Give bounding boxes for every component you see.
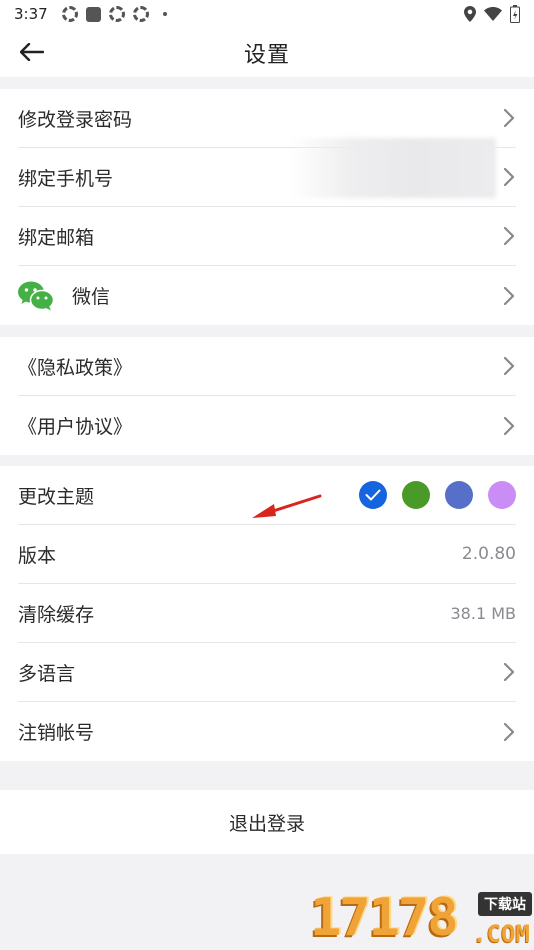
wechat-label: 微信	[72, 286, 111, 308]
bind-phone-row[interactable]: 绑定手机号	[18, 148, 516, 207]
chevron-right-icon	[502, 285, 516, 307]
theme-color-purple[interactable]	[488, 481, 516, 509]
user-agreement-row[interactable]: 《用户协议》	[18, 396, 516, 455]
theme-row: 更改主题	[18, 466, 516, 525]
language-label: 多语言	[18, 662, 76, 685]
back-arrow-icon	[20, 43, 44, 61]
change-password-label: 修改登录密码	[18, 108, 133, 131]
wifi-icon	[484, 7, 502, 21]
page-title: 设置	[243, 42, 290, 68]
version-value: 2.0.80	[461, 544, 516, 564]
app-notification-icon	[108, 6, 125, 22]
logout-button[interactable]: 退出登录	[0, 790, 534, 854]
chevron-right-icon	[502, 415, 516, 437]
wechat-row[interactable]: 微信	[18, 266, 516, 325]
app-settings-group: 更改主题 版本 2.0.80 清除缓存 38.1 MB 多语言 注销帐号	[0, 466, 534, 761]
language-row[interactable]: 多语言	[18, 643, 516, 702]
chevron-right-icon	[502, 355, 516, 377]
privacy-policy-label: 《隐私政策》	[18, 356, 133, 379]
system-icons	[464, 5, 520, 23]
bind-phone-label: 绑定手机号	[18, 167, 114, 190]
chevron-right-icon	[502, 721, 516, 743]
bind-email-row[interactable]: 绑定邮箱	[18, 207, 516, 266]
user-agreement-label: 《用户协议》	[18, 416, 133, 438]
chevron-right-icon	[502, 225, 516, 247]
theme-label: 更改主题	[18, 485, 95, 508]
app-notification-icon	[61, 6, 78, 22]
theme-color-picker	[359, 481, 516, 509]
theme-color-blue-selected[interactable]	[359, 481, 387, 509]
app-notification-icon	[85, 6, 101, 22]
battery-icon	[510, 5, 520, 23]
version-row: 版本 2.0.80	[18, 525, 516, 584]
notification-icons	[61, 6, 167, 22]
status-bar: 3:37	[0, 0, 534, 28]
chevron-right-icon	[502, 107, 516, 129]
watermark-domain: .COM	[472, 920, 530, 948]
checkmark-icon	[365, 489, 381, 501]
app-notification-icon	[132, 6, 149, 22]
theme-color-green[interactable]	[402, 481, 430, 509]
version-label: 版本	[18, 544, 57, 567]
logout-label: 退出登录	[228, 812, 305, 835]
wechat-icon	[18, 281, 55, 311]
more-notifications-icon	[162, 12, 167, 16]
watermark-tag: 下载站	[478, 892, 532, 916]
delete-account-row[interactable]: 注销帐号	[18, 702, 516, 761]
cache-size-value: 38.1 MB	[450, 603, 517, 623]
clear-cache-row[interactable]: 清除缓存 38.1 MB	[18, 584, 516, 643]
clear-cache-label: 清除缓存	[18, 603, 95, 626]
account-settings-group: 修改登录密码 绑定手机号 绑定邮箱 微信	[0, 89, 534, 325]
theme-color-indigo[interactable]	[445, 481, 473, 509]
watermark-number: 17178	[310, 888, 459, 948]
privacy-policy-row[interactable]: 《隐私政策》	[18, 337, 516, 396]
nav-bar: 设置	[0, 28, 534, 77]
legal-group: 《隐私政策》 《用户协议》	[0, 337, 534, 455]
change-password-row[interactable]: 修改登录密码	[18, 89, 516, 148]
status-time: 3:37	[14, 5, 48, 23]
back-button[interactable]	[18, 38, 46, 66]
chevron-right-icon	[502, 661, 516, 683]
chevron-right-icon	[502, 166, 516, 188]
location-icon	[464, 6, 476, 22]
delete-account-label: 注销帐号	[18, 722, 95, 744]
site-watermark-logo: 17178 下载站 .COM	[310, 888, 534, 950]
bind-email-label: 绑定邮箱	[18, 226, 95, 249]
